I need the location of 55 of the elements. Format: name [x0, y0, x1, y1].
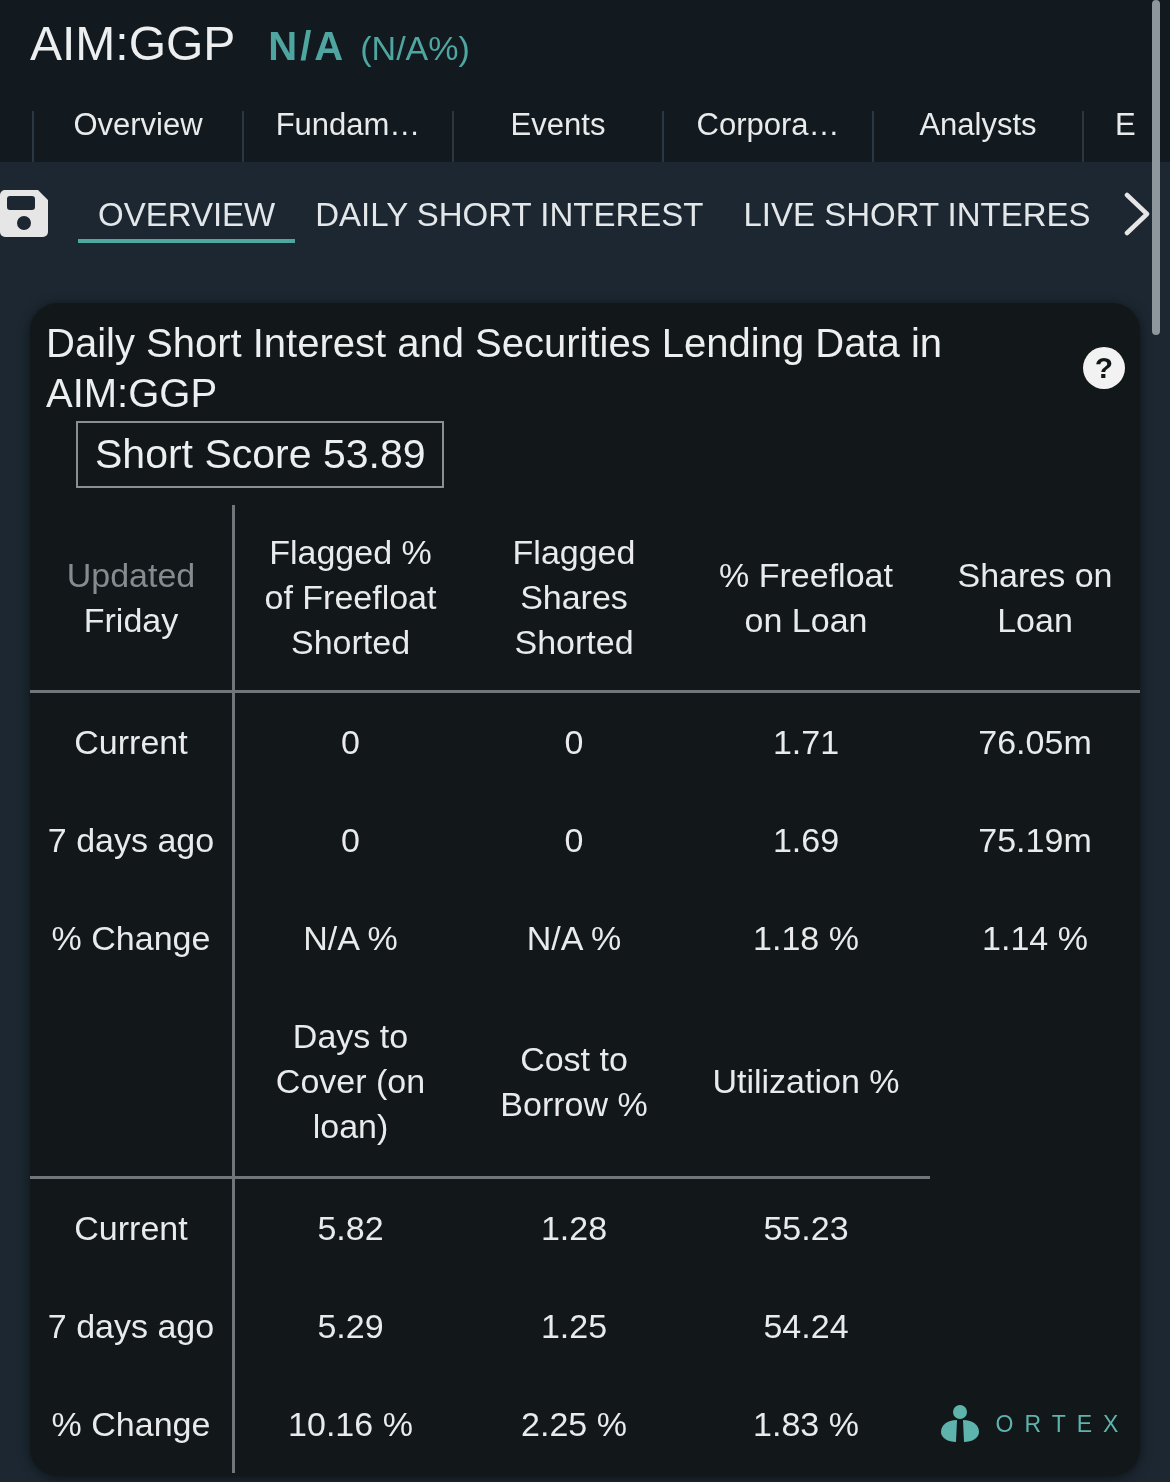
chevron-right-icon[interactable]	[1124, 192, 1150, 236]
logo-wordmark: ORTEX	[995, 1412, 1130, 1436]
table-cell: 0	[564, 823, 584, 857]
table-cell: 0	[341, 823, 360, 857]
nav-tab[interactable]: Analysts	[872, 111, 1082, 162]
row-label: Current	[74, 725, 188, 759]
section-tab[interactable]: DAILY SHORT INTEREST	[295, 190, 724, 243]
row-label: 7 days ago	[47, 823, 215, 857]
table-cell: 5.82	[317, 1211, 384, 1245]
table-cell: 1.83 %	[753, 1407, 859, 1441]
table-cell: 1.28	[540, 1211, 608, 1245]
updated-label: Updated	[66, 554, 196, 596]
table-cell: 1.18 %	[753, 921, 859, 955]
table-cell: 10.16 %	[288, 1407, 413, 1441]
row-label: Current	[74, 1211, 188, 1245]
price-value: N/A	[268, 26, 347, 66]
table-cell: 76.05m	[978, 725, 1092, 759]
nav-tab[interactable]: Corpora…	[662, 111, 872, 162]
column-header: Utilization %	[712, 1061, 900, 1102]
table-cell: 75.19m	[978, 823, 1092, 857]
section-tab[interactable]: OVERVIEW	[78, 190, 296, 243]
save-icon[interactable]	[0, 190, 48, 237]
table-cell: 55.23	[763, 1211, 849, 1245]
row-label: 7 days ago	[47, 1309, 215, 1343]
row-label: % Change	[51, 1407, 211, 1441]
nav-tab[interactable]: Overview	[32, 111, 242, 162]
column-header: Flagged Shares Shorted	[511, 532, 637, 663]
column-header: Days to Cover (on loan)	[274, 1016, 427, 1147]
table-cell: 0	[564, 725, 584, 759]
logo-icon	[940, 1405, 979, 1443]
table-cell: 2.25 %	[521, 1407, 627, 1441]
column-header: % Freefloat on Loan	[718, 554, 894, 641]
nav-tab[interactable]: Events	[452, 111, 662, 162]
nav-tab[interactable]: Fundam…	[242, 111, 452, 162]
column-header: Shares on Loan	[956, 554, 1114, 641]
column-header: Cost to Borrow %	[499, 1038, 649, 1125]
table-cell: 1.14 %	[982, 921, 1088, 955]
row-label: % Change	[51, 921, 211, 955]
table-cell: 54.24	[763, 1309, 849, 1343]
price-change: (N/A%)	[360, 31, 470, 65]
table-cell: 1.69	[772, 823, 840, 857]
table-cell: 5.29	[317, 1309, 384, 1343]
short-score: Short Score 53.89	[76, 421, 445, 488]
section-tab[interactable]: LIVE SHORT INTERES	[723, 190, 1111, 243]
column-header: Flagged % of Freefloat Shorted	[263, 532, 438, 663]
help-button[interactable]: ?	[1083, 347, 1125, 389]
table-cell: 1.25	[540, 1309, 608, 1343]
updated-day: Friday	[83, 597, 179, 643]
table-cell: N/A %	[303, 921, 398, 955]
table-cell: N/A %	[526, 921, 622, 955]
scrollbar[interactable]	[1152, 0, 1160, 335]
table-cell: 1.71	[772, 725, 840, 759]
table-cell: 0	[341, 725, 360, 759]
card-title: Daily Short Interest and Securities Lending Data in AIM:GGP	[46, 320, 944, 417]
ticker-symbol: AIM:GGP	[30, 20, 236, 68]
